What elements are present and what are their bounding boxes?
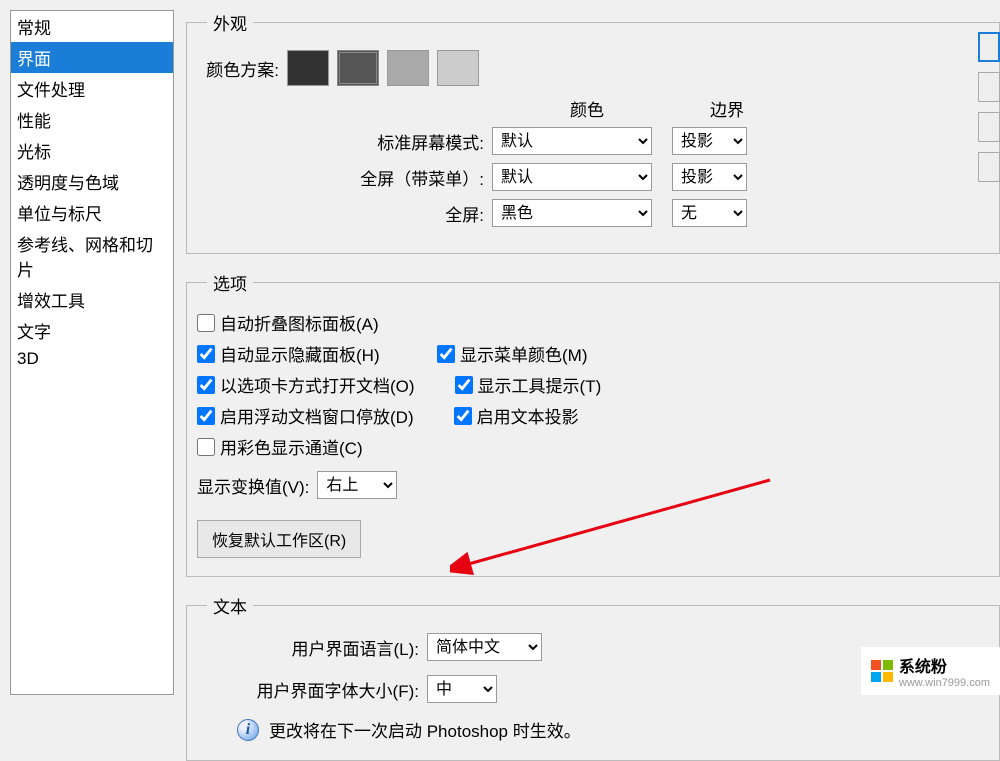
enable-text-shadow-input[interactable] — [454, 407, 472, 425]
watermark-text: 系统粉 — [899, 659, 947, 676]
show-tooltips-input[interactable] — [455, 376, 473, 394]
show-tooltips-checkbox[interactable]: 显示工具提示(T) — [455, 372, 655, 397]
dialog-button-2[interactable] — [978, 72, 1000, 102]
sidebar: 常规 界面 文件处理 性能 光标 透明度与色域 单位与标尺 参考线、网格和切片 … — [10, 10, 174, 695]
sidebar-item-units-rulers[interactable]: 单位与标尺 — [11, 197, 173, 228]
sidebar-item-performance[interactable]: 性能 — [11, 104, 173, 135]
right-button-panel — [978, 32, 1000, 182]
color-swatch-dark[interactable] — [337, 50, 379, 86]
sidebar-item-3d[interactable]: 3D — [11, 346, 173, 372]
color-swatch-light[interactable] — [387, 50, 429, 86]
open-tabs-input[interactable] — [197, 376, 215, 394]
color-swatch-lightest[interactable] — [437, 50, 479, 86]
info-message: 更改将在下一次启动 Photoshop 时生效。 — [269, 717, 581, 742]
fullscreen-border-select[interactable]: 无 — [672, 199, 747, 227]
sidebar-item-cursors[interactable]: 光标 — [11, 135, 173, 166]
color-swatch-darkest[interactable] — [287, 50, 329, 86]
sidebar-item-interface[interactable]: 界面 — [11, 42, 173, 73]
sidebar-item-plugins[interactable]: 增效工具 — [11, 284, 173, 315]
sidebar-item-file-handling[interactable]: 文件处理 — [11, 73, 173, 104]
restore-default-button[interactable]: 恢复默认工作区(R) — [197, 520, 361, 558]
show-menu-colors-checkbox[interactable]: 显示菜单颜色(M) — [437, 341, 637, 366]
fullscreen-menu-border-select[interactable]: 投影 — [672, 163, 747, 191]
sidebar-item-guides-grid[interactable]: 参考线、网格和切片 — [11, 228, 173, 284]
watermark-logo-icon — [871, 660, 893, 682]
fullscreen-menu-color-select[interactable]: 默认 — [492, 163, 652, 191]
text-legend: 文本 — [207, 593, 253, 618]
enable-floating-checkbox[interactable]: 启用浮动文档窗口停放(D) — [197, 403, 414, 428]
color-scheme-label: 颜色方案: — [197, 56, 287, 81]
auto-collapse-input[interactable] — [197, 314, 215, 332]
fullscreen-menu-label: 全屏（带菜单）: — [217, 165, 492, 190]
auto-show-hidden-checkbox[interactable]: 自动显示隐藏面板(H) — [197, 341, 397, 366]
border-column-header: 边界 — [687, 96, 767, 121]
ui-font-size-label: 用户界面字体大小(F): — [237, 677, 427, 702]
standard-mode-label: 标准屏幕模式: — [217, 129, 492, 154]
fullscreen-label: 全屏: — [217, 201, 492, 226]
sidebar-item-transparency[interactable]: 透明度与色域 — [11, 166, 173, 197]
fullscreen-color-select[interactable]: 黑色 — [492, 199, 652, 227]
standard-mode-border-select[interactable]: 投影 — [672, 127, 747, 155]
dialog-button-3[interactable] — [978, 112, 1000, 142]
sidebar-item-type[interactable]: 文字 — [11, 315, 173, 346]
display-transform-label: 显示变换值(V): — [197, 473, 309, 498]
options-legend: 选项 — [207, 270, 253, 295]
enable-text-shadow-checkbox[interactable]: 启用文本投影 — [454, 403, 654, 428]
dialog-button-4[interactable] — [978, 152, 1000, 182]
display-transform-select[interactable]: 右上 — [317, 471, 397, 499]
sidebar-item-general[interactable]: 常规 — [11, 11, 173, 42]
info-icon: i — [237, 719, 259, 741]
color-channels-checkbox[interactable]: 用彩色显示通道(C) — [197, 434, 397, 459]
color-column-header: 颜色 — [507, 96, 667, 121]
open-tabs-checkbox[interactable]: 以选项卡方式打开文档(O) — [197, 372, 415, 397]
color-channels-input[interactable] — [197, 438, 215, 456]
dialog-button-1[interactable] — [978, 32, 1000, 62]
show-menu-colors-input[interactable] — [437, 345, 455, 363]
ui-language-select[interactable]: 简体中文 — [427, 633, 542, 661]
appearance-legend: 外观 — [207, 10, 253, 35]
options-group: 选项 自动折叠图标面板(A) 自动显示隐藏面板(H) 显示菜单颜色(M) — [186, 270, 1000, 577]
ui-font-size-select[interactable]: 中 — [427, 675, 497, 703]
ui-language-label: 用户界面语言(L): — [237, 635, 427, 660]
enable-floating-input[interactable] — [197, 407, 215, 425]
appearance-group: 外观 颜色方案: 颜色 边界 标准屏幕模式: 默认 投影 — [186, 10, 1000, 254]
auto-collapse-checkbox[interactable]: 自动折叠图标面板(A) — [197, 310, 397, 335]
watermark: 系统粉 www.win7999.com — [861, 647, 1000, 695]
content-panel: 外观 颜色方案: 颜色 边界 标准屏幕模式: 默认 投影 — [174, 10, 1000, 695]
watermark-url: www.win7999.com — [899, 677, 990, 689]
auto-show-hidden-input[interactable] — [197, 345, 215, 363]
standard-mode-color-select[interactable]: 默认 — [492, 127, 652, 155]
